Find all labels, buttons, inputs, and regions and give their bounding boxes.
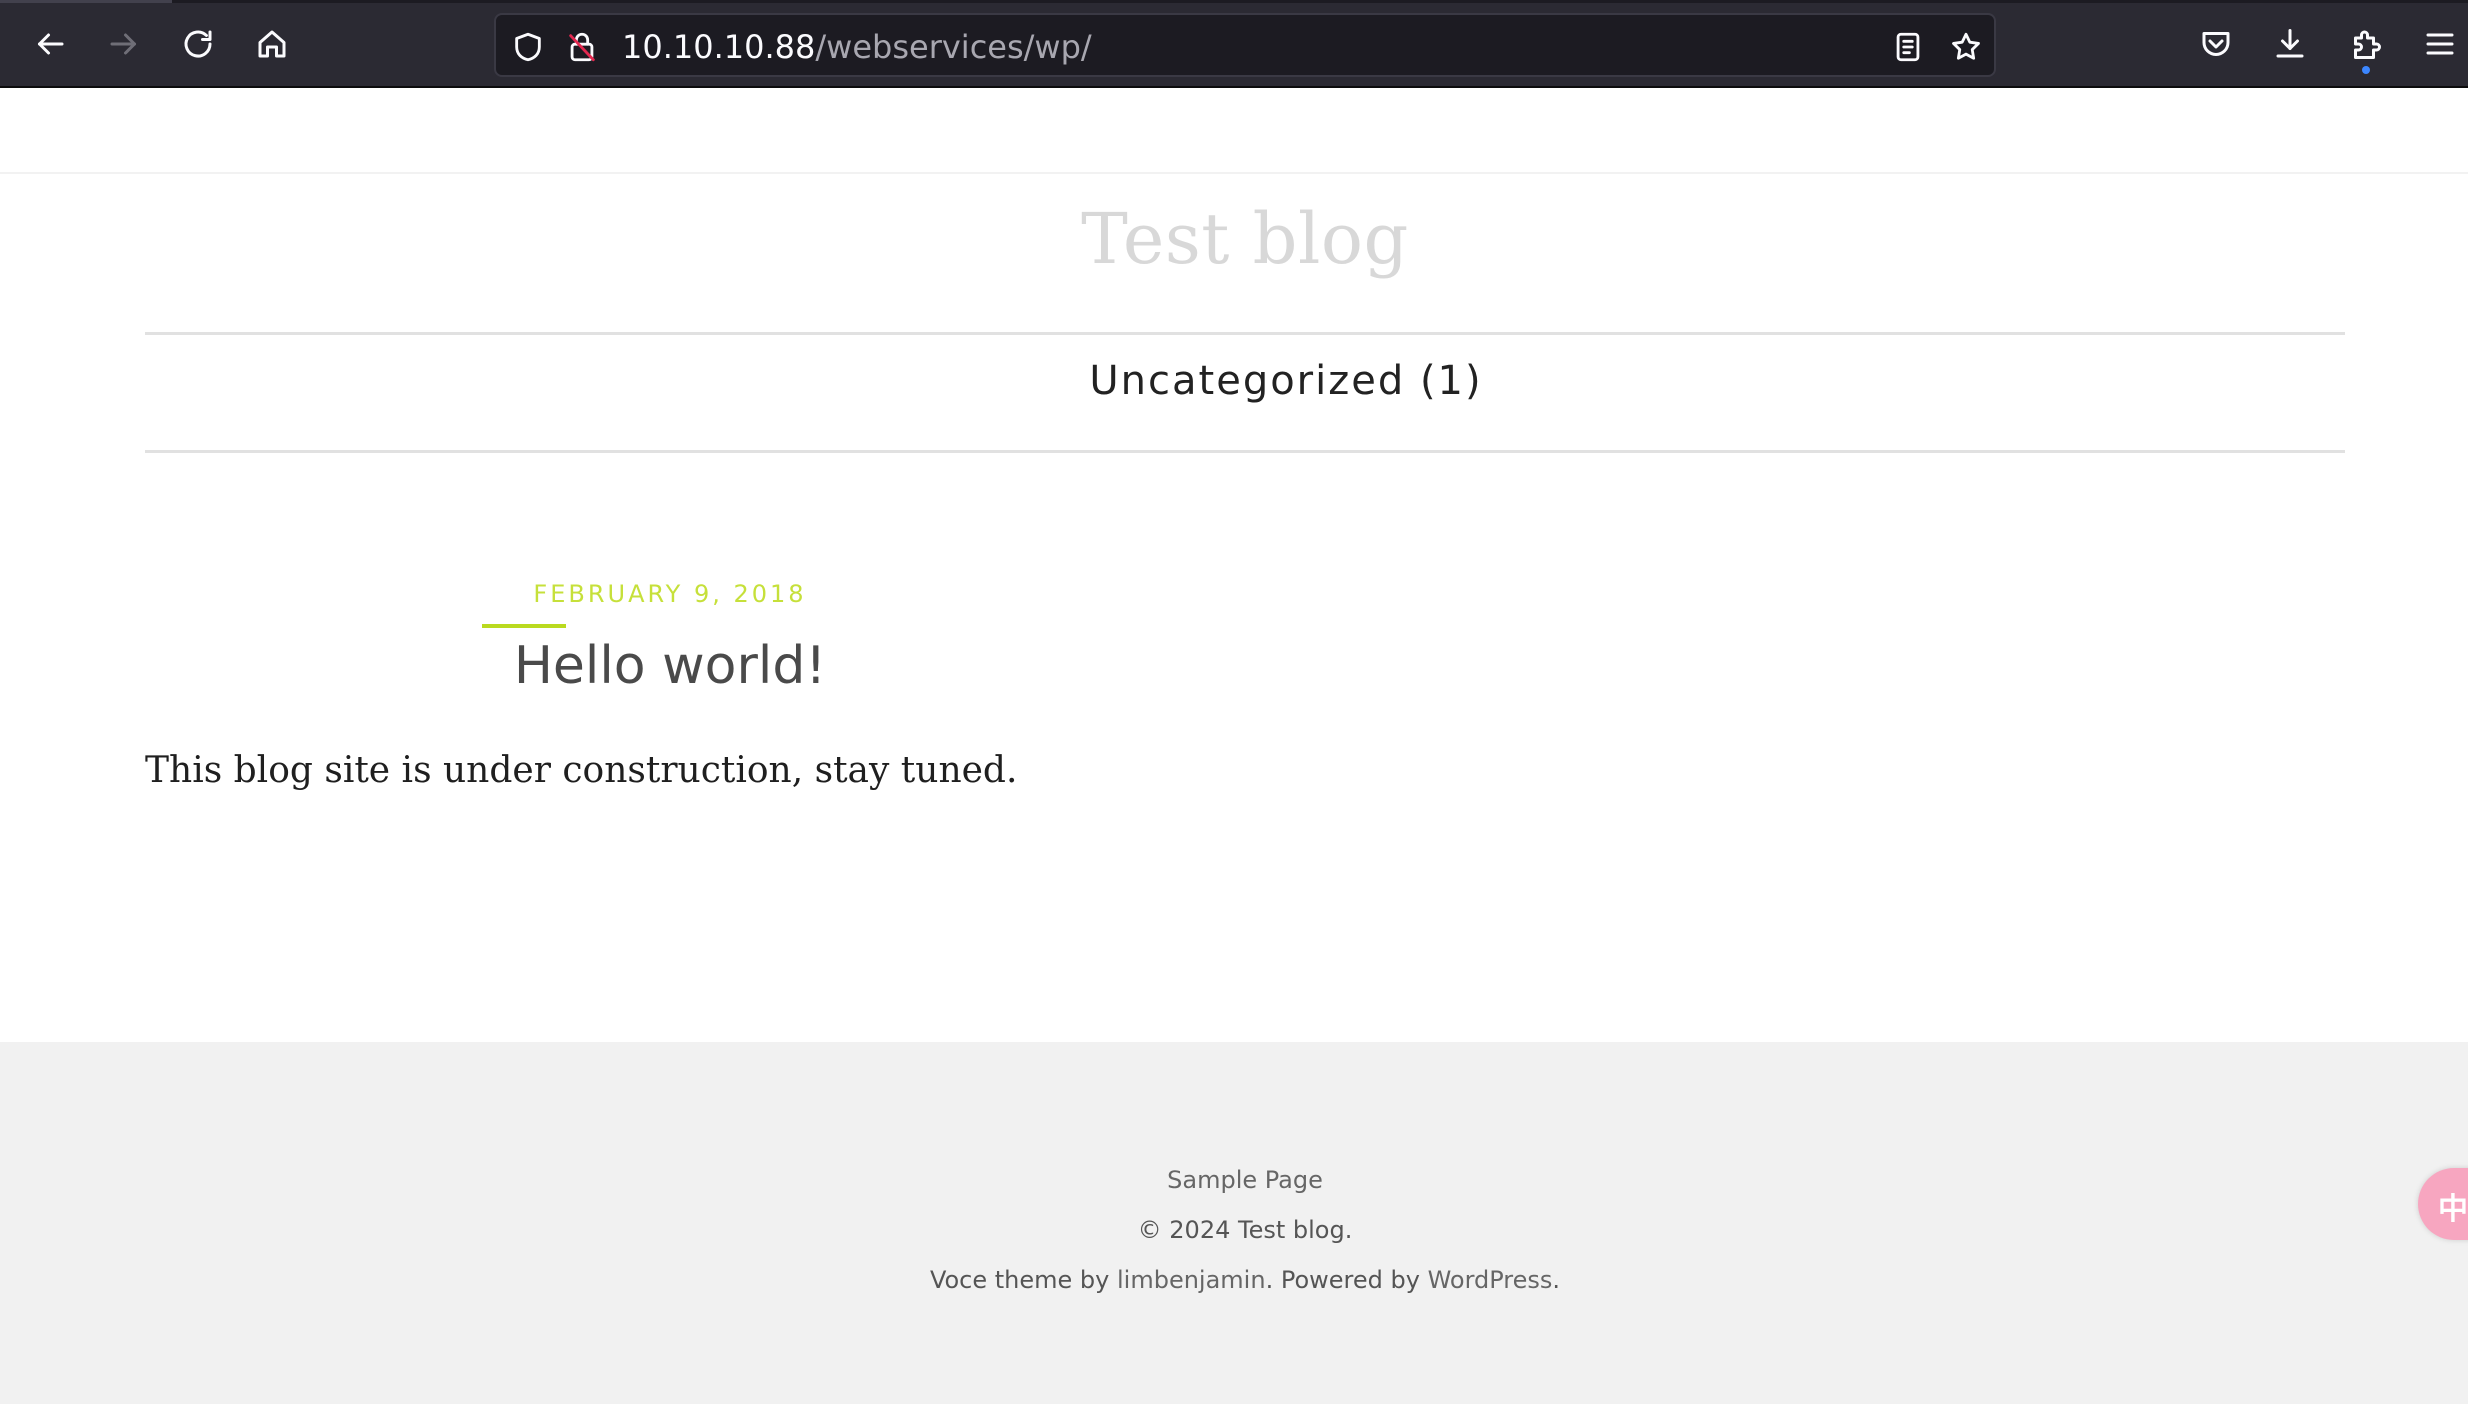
url-text[interactable]: 10.10.10.88/webservices/wp/ — [622, 27, 1092, 67]
url-path: /webservices/wp/ — [815, 28, 1092, 66]
pocket-button[interactable] — [2186, 14, 2246, 74]
back-button[interactable] — [20, 14, 80, 74]
post-date[interactable]: FEBRUARY 9, 2018 — [145, 580, 1195, 608]
theme-author-link[interactable]: limbenjamin — [1117, 1266, 1266, 1294]
nav-item-uncategorized[interactable]: Uncategorized (1) — [0, 358, 2468, 404]
forward-button[interactable] — [94, 14, 154, 74]
shield-icon — [515, 32, 541, 62]
reload-button[interactable] — [168, 14, 228, 74]
pocket-icon — [2202, 32, 2230, 56]
reader-view-icon — [1896, 32, 1920, 62]
post-body: This blog site is under construction, st… — [145, 750, 1018, 791]
footer-copyright: © 2024 Test blog. — [1137, 1216, 1353, 1244]
extensions-button[interactable] — [2336, 14, 2396, 74]
url-host: 10.10.10.88 — [622, 28, 816, 66]
credit-middle: . Powered by — [1265, 1266, 1428, 1294]
back-arrow-icon — [38, 33, 64, 55]
app-menu-button[interactable] — [2410, 14, 2468, 74]
translate-icon: 中A — [2438, 1192, 2468, 1227]
nav-top-rule — [145, 332, 2345, 335]
nav-bottom-rule — [145, 450, 2345, 453]
page-content: Test blog Uncategorized (1) FEBRUARY 9, … — [0, 90, 2468, 1404]
reload-icon — [184, 30, 212, 58]
bookmark-button[interactable] — [1946, 27, 1986, 67]
extensions-notification-dot — [2362, 66, 2370, 74]
home-icon — [258, 30, 286, 58]
reader-view-button[interactable] — [1888, 27, 1928, 67]
credit-suffix: . — [1552, 1266, 1561, 1294]
site-footer: Sample Page © 2024 Test blog. Voce theme… — [0, 1042, 2468, 1404]
tabstrip-edge — [0, 0, 2468, 3]
insecure-lock-icon — [569, 32, 595, 62]
footer-credits: Voce theme by limbenjamin. Powered by Wo… — [0, 1266, 2468, 1294]
address-bar[interactable]: 10.10.10.88/webservices/wp/ — [494, 13, 1996, 77]
tracking-protection-button[interactable] — [508, 27, 548, 67]
downloads-button[interactable] — [2260, 14, 2320, 74]
site-title[interactable]: Test blog — [0, 198, 2468, 280]
browser-toolbar: 10.10.10.88/webservices/wp/ — [0, 0, 2468, 88]
forward-arrow-icon — [110, 33, 136, 55]
home-button[interactable] — [242, 14, 302, 74]
wordpress-link[interactable]: WordPress — [1428, 1266, 1553, 1294]
footer-link-sample-page[interactable]: Sample Page — [1167, 1166, 1323, 1194]
credit-prefix: Voce theme by — [929, 1266, 1117, 1294]
header-divider — [0, 172, 2468, 174]
site-security-button[interactable] — [562, 27, 602, 67]
bookmark-star-icon — [1952, 32, 1980, 60]
download-icon — [2276, 29, 2304, 58]
date-underline — [482, 624, 566, 628]
extensions-icon — [2354, 30, 2381, 59]
menu-icon — [2426, 33, 2454, 55]
post-title[interactable]: Hello world! — [145, 636, 1195, 696]
